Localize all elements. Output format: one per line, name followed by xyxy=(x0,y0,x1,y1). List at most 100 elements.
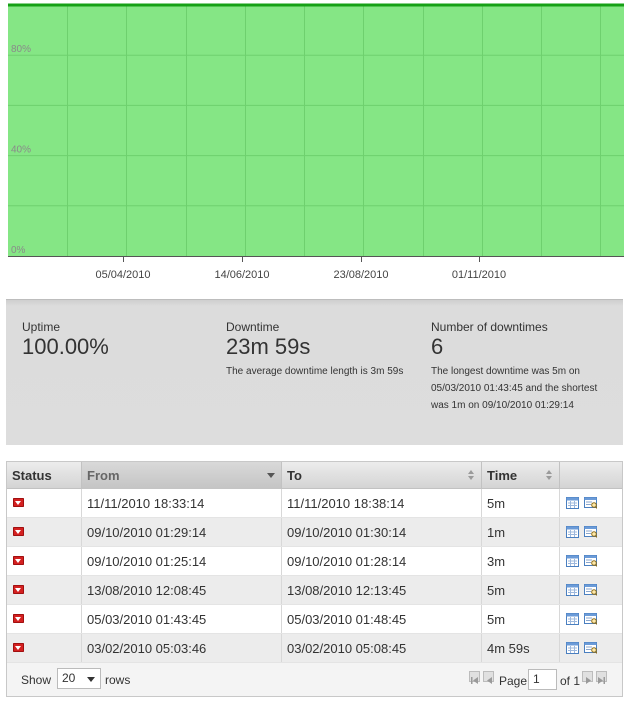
actions-cell xyxy=(560,489,622,517)
y-tick-label: 80% xyxy=(11,44,31,55)
calendar-icon[interactable] xyxy=(566,642,579,654)
y-tick-label: 0% xyxy=(11,245,26,256)
from-header-label: From xyxy=(87,468,120,483)
x-tick-label: 23/08/2010 xyxy=(333,269,388,281)
table-row[interactable]: 13/08/2010 12:08:45 13/08/2010 12:13:45 5m xyxy=(7,576,622,605)
calendar-icon[interactable] xyxy=(566,584,579,596)
column-header-to[interactable]: To xyxy=(282,462,482,489)
down-status-icon xyxy=(13,643,24,652)
status-cell xyxy=(7,518,82,546)
down-status-icon xyxy=(13,498,24,507)
status-cell xyxy=(7,547,82,575)
downtimes-count-value: 6 xyxy=(431,334,444,359)
next-page-button[interactable] xyxy=(582,671,593,684)
time-cell: 5m xyxy=(482,489,560,517)
column-header-time[interactable]: Time xyxy=(482,462,560,489)
to-cell: 09/10/2010 01:30:14 xyxy=(282,518,482,546)
time-cell: 1m xyxy=(482,518,560,546)
log-search-icon[interactable] xyxy=(584,555,597,567)
table-row[interactable]: 09/10/2010 01:25:14 09/10/2010 01:28:14 3m xyxy=(7,547,622,576)
table-row[interactable]: 05/03/2010 01:43:45 05/03/2010 01:48:45 5m xyxy=(7,605,622,634)
from-cell: 13/08/2010 12:08:45 xyxy=(82,576,282,604)
to-cell: 05/03/2010 01:48:45 xyxy=(282,605,482,633)
downtime-value: 23m 59s xyxy=(226,334,311,359)
uptime-value: 100.00% xyxy=(22,334,109,359)
calendar-icon[interactable] xyxy=(566,497,579,509)
down-status-icon xyxy=(13,527,24,536)
to-cell: 13/08/2010 12:13:45 xyxy=(282,576,482,604)
to-cell: 03/02/2010 05:08:45 xyxy=(282,634,482,662)
x-tick-label: 14/06/2010 xyxy=(214,269,269,281)
show-label: Show xyxy=(21,673,52,687)
log-search-icon[interactable] xyxy=(584,526,597,538)
status-cell xyxy=(7,489,82,517)
table-row[interactable]: 11/11/2010 18:33:14 11/11/2010 18:38:14 5m xyxy=(7,489,622,518)
time-cell: 5m xyxy=(482,605,560,633)
table-row[interactable]: 09/10/2010 01:29:14 09/10/2010 01:30:14 1m xyxy=(7,518,622,547)
page-number-value: 1 xyxy=(533,672,540,686)
last-page-button[interactable] xyxy=(596,671,607,684)
status-header-label: Status xyxy=(12,468,52,483)
column-header-actions xyxy=(560,462,622,489)
uptime-stat: Uptime 100.00% xyxy=(22,320,202,359)
log-search-icon[interactable] xyxy=(584,613,597,625)
actions-cell xyxy=(560,518,622,546)
first-page-button[interactable] xyxy=(469,671,480,684)
actions-cell xyxy=(560,634,622,662)
from-cell: 03/02/2010 05:03:46 xyxy=(82,634,282,662)
to-cell: 09/10/2010 01:28:14 xyxy=(282,547,482,575)
from-cell: 11/11/2010 18:33:14 xyxy=(82,489,282,517)
page-count-label: of 1 xyxy=(560,674,581,688)
uptime-chart-svg: 0% 40% 80% 05/04/2010 14/06/2010 23/08/2010 01… xyxy=(8,3,624,281)
from-cell: 09/10/2010 01:29:14 xyxy=(82,518,282,546)
table-row[interactable]: 03/02/2010 05:03:46 03/02/2010 05:08:45 4m… xyxy=(7,634,622,663)
down-status-icon xyxy=(13,614,24,623)
from-cell: 09/10/2010 01:25:14 xyxy=(82,547,282,575)
table-body: 11/11/2010 18:33:14 11/11/2010 18:38:14 5m… xyxy=(7,489,622,663)
x-tick-label: 01/11/2010 xyxy=(452,269,506,281)
down-status-icon xyxy=(13,556,24,565)
page-number-input[interactable]: 1 xyxy=(528,669,557,690)
downtime-description: The average downtime length is 3m 59s xyxy=(226,366,404,377)
log-search-icon[interactable] xyxy=(584,497,597,509)
page-label: Page xyxy=(499,674,528,688)
actions-cell xyxy=(560,547,622,575)
chevron-down-icon xyxy=(87,677,95,682)
status-cell xyxy=(7,634,82,662)
rows-per-page-select[interactable]: 20 xyxy=(57,668,101,689)
status-cell xyxy=(7,605,82,633)
calendar-icon[interactable] xyxy=(566,555,579,567)
next-page-icon xyxy=(585,673,592,687)
actions-cell xyxy=(560,605,622,633)
table-header: Status From To Time xyxy=(7,462,622,489)
log-search-icon[interactable] xyxy=(584,584,597,596)
status-cell xyxy=(7,576,82,604)
downtimes-description: The longest downtime was 5m on 05/03/201… xyxy=(431,366,598,411)
time-header-label: Time xyxy=(487,468,518,483)
table-footer: Show 20 rows Page 1 of 1 xyxy=(7,663,622,696)
last-page-icon xyxy=(598,673,605,687)
prev-page-icon xyxy=(486,673,493,687)
prev-page-button[interactable] xyxy=(483,671,494,684)
x-tick-label: 05/04/2010 xyxy=(95,269,150,281)
calendar-icon[interactable] xyxy=(566,613,579,625)
rows-label: rows xyxy=(105,673,131,687)
to-cell: 11/11/2010 18:38:14 xyxy=(282,489,482,517)
downtimes-table: Status From To Time 11/11/2010 18:33:14 1… xyxy=(6,461,623,697)
uptime-label: Uptime xyxy=(22,320,61,334)
to-header-label: To xyxy=(287,468,302,483)
first-page-icon xyxy=(471,673,478,684)
calendar-icon[interactable] xyxy=(566,526,579,538)
downtime-stat: Downtime 23m 59s The average downtime le… xyxy=(226,320,411,380)
time-cell: 3m xyxy=(482,547,560,575)
time-cell: 4m 59s xyxy=(482,634,560,662)
sort-desc-icon xyxy=(267,473,275,478)
downtimes-count-stat: Number of downtimes 6 The longest downti… xyxy=(431,320,611,414)
log-search-icon[interactable] xyxy=(584,642,597,654)
column-header-status[interactable]: Status xyxy=(7,462,82,489)
rows-per-page-value: 20 xyxy=(62,671,76,685)
downtimes-count-label: Number of downtimes xyxy=(431,320,548,334)
actions-cell xyxy=(560,576,622,604)
column-header-from[interactable]: From xyxy=(82,462,282,489)
downtime-label: Downtime xyxy=(226,320,280,334)
